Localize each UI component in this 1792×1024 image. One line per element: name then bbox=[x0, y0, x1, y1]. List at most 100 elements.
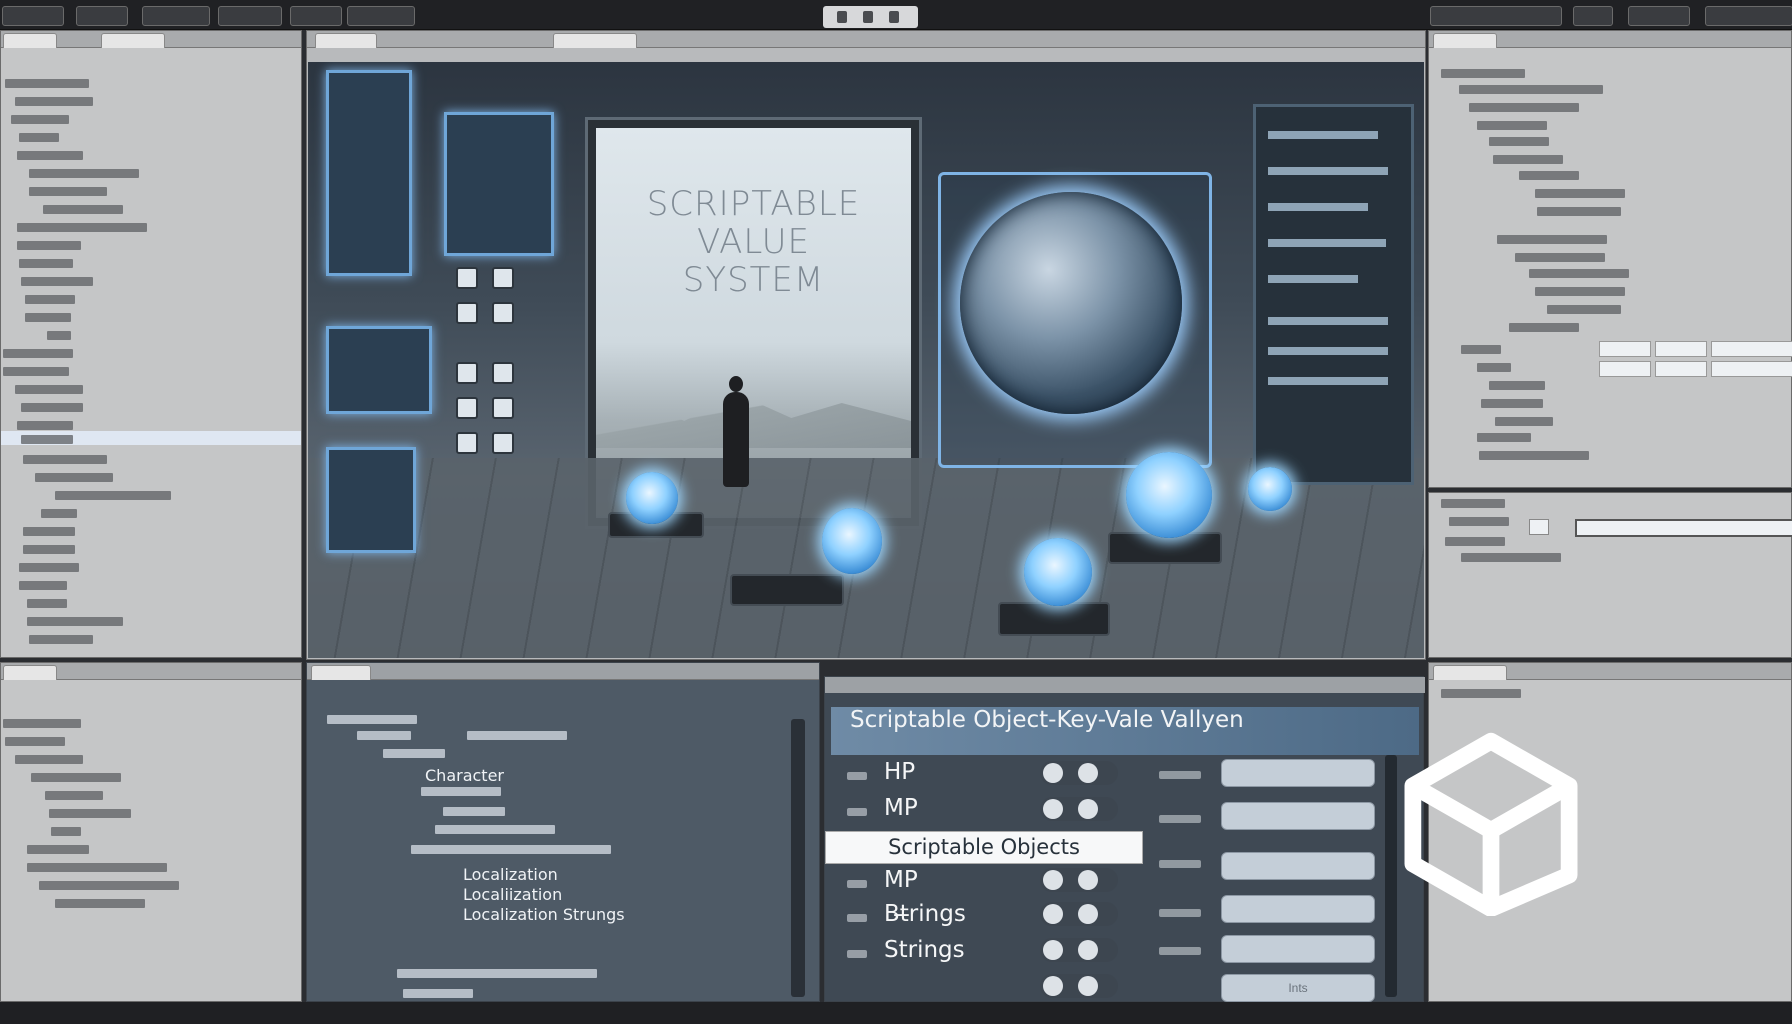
tree-item[interactable] bbox=[1477, 121, 1547, 130]
toolbar-button-layers[interactable] bbox=[1628, 6, 1690, 26]
kv-toggle[interactable] bbox=[1040, 938, 1118, 962]
tree-item[interactable] bbox=[25, 313, 71, 322]
tree-item[interactable] bbox=[1469, 103, 1579, 112]
project-item-localization-strings[interactable]: Localization Strungs bbox=[463, 905, 625, 924]
tree-item[interactable] bbox=[5, 737, 65, 746]
tab-project[interactable] bbox=[311, 665, 371, 680]
tree-item[interactable] bbox=[17, 223, 147, 232]
kv-toggle[interactable] bbox=[1040, 761, 1118, 785]
toolbar-button-2[interactable] bbox=[76, 6, 128, 26]
toolbar-button-3[interactable] bbox=[142, 6, 210, 26]
tree-item[interactable] bbox=[27, 617, 123, 626]
toolbar-button-1[interactable] bbox=[2, 6, 64, 26]
tree-item[interactable] bbox=[29, 635, 93, 644]
inspector-input[interactable] bbox=[1575, 519, 1792, 537]
tree-item[interactable] bbox=[1509, 323, 1579, 332]
project-item-localization-1[interactable]: Localization bbox=[463, 865, 558, 884]
tree-item[interactable] bbox=[1441, 689, 1521, 698]
kv-value-field-ints[interactable]: Ints bbox=[1221, 974, 1375, 1002]
tree-item[interactable] bbox=[1477, 433, 1531, 442]
tab-preview[interactable] bbox=[1433, 665, 1507, 680]
tab-scene[interactable] bbox=[315, 33, 377, 48]
inspector-field[interactable] bbox=[1711, 361, 1792, 377]
project-scrollbar[interactable] bbox=[791, 719, 805, 997]
tree-item[interactable] bbox=[55, 491, 171, 500]
tree-item[interactable] bbox=[11, 115, 69, 124]
tree-item[interactable] bbox=[43, 205, 123, 214]
tree-item[interactable] bbox=[1497, 235, 1607, 244]
toolbar-button-layout[interactable] bbox=[1705, 6, 1792, 26]
tree-item[interactable] bbox=[17, 151, 83, 160]
tree-item[interactable] bbox=[1537, 207, 1621, 216]
tree-item[interactable] bbox=[1535, 287, 1625, 296]
tree-item[interactable] bbox=[327, 715, 417, 724]
pause-icon[interactable] bbox=[863, 11, 873, 23]
tree-item[interactable] bbox=[1515, 253, 1605, 262]
tab-inspector[interactable] bbox=[1433, 33, 1497, 48]
tree-item[interactable] bbox=[27, 845, 89, 854]
tree-item[interactable] bbox=[1459, 85, 1603, 94]
tree-item[interactable] bbox=[397, 969, 597, 978]
kv-value-field[interactable] bbox=[1221, 852, 1375, 880]
tree-item[interactable] bbox=[1489, 137, 1549, 146]
tree-item[interactable] bbox=[1489, 381, 1545, 390]
toolbar-button-account[interactable] bbox=[1430, 6, 1562, 26]
tree-item[interactable] bbox=[435, 825, 555, 834]
tree-item[interactable] bbox=[29, 169, 139, 178]
tree-item[interactable] bbox=[1493, 155, 1563, 164]
tree-item[interactable] bbox=[27, 599, 67, 608]
tree-item[interactable] bbox=[1461, 345, 1501, 354]
step-icon[interactable] bbox=[889, 11, 899, 23]
tree-item[interactable] bbox=[29, 187, 107, 196]
tree-item[interactable] bbox=[467, 731, 567, 740]
tree-item[interactable] bbox=[23, 455, 107, 464]
project-item-localization-2[interactable]: Localiization bbox=[463, 885, 562, 904]
play-icon[interactable] bbox=[837, 11, 847, 23]
tree-item[interactable] bbox=[23, 545, 75, 554]
tree-item[interactable] bbox=[1547, 305, 1621, 314]
toolbar-button-6[interactable] bbox=[347, 6, 415, 26]
kv-scrollbar[interactable] bbox=[1385, 755, 1397, 997]
tree-item[interactable] bbox=[1479, 451, 1589, 460]
tree-item[interactable] bbox=[35, 473, 113, 482]
tree-item[interactable] bbox=[45, 791, 103, 800]
tree-item[interactable] bbox=[17, 241, 81, 250]
toolbar-button-4[interactable] bbox=[218, 6, 282, 26]
tree-item[interactable] bbox=[5, 79, 89, 88]
tab-hierarchy-2[interactable] bbox=[101, 33, 165, 48]
tree-item[interactable] bbox=[1481, 399, 1543, 408]
tree-item[interactable] bbox=[383, 749, 445, 758]
tree-item[interactable] bbox=[3, 719, 81, 728]
tree-item[interactable] bbox=[47, 331, 71, 340]
tree-item[interactable] bbox=[443, 807, 505, 816]
toolbar-button-cloud[interactable] bbox=[1573, 6, 1613, 26]
tree-item[interactable] bbox=[1519, 171, 1579, 180]
tree-item[interactable] bbox=[17, 421, 73, 430]
inspector-field[interactable] bbox=[1655, 341, 1707, 357]
tree-item[interactable] bbox=[1445, 537, 1505, 546]
tree-item[interactable] bbox=[3, 349, 73, 358]
tree-item[interactable] bbox=[1461, 553, 1561, 562]
tree-item[interactable] bbox=[51, 827, 81, 836]
tree-item[interactable] bbox=[23, 527, 75, 536]
tab-hierarchy[interactable] bbox=[3, 33, 57, 48]
tree-item[interactable] bbox=[21, 435, 73, 444]
tree-item[interactable] bbox=[411, 845, 611, 854]
kv-toggle[interactable] bbox=[1040, 902, 1118, 926]
tree-item[interactable] bbox=[15, 385, 83, 394]
tree-item[interactable] bbox=[1495, 417, 1553, 426]
tree-item[interactable] bbox=[19, 581, 67, 590]
tree-item[interactable] bbox=[1449, 517, 1509, 526]
tree-item[interactable] bbox=[357, 731, 411, 740]
tab-console[interactable] bbox=[3, 665, 57, 680]
tree-item[interactable] bbox=[1441, 69, 1525, 78]
kv-toggle[interactable] bbox=[1040, 974, 1118, 998]
kv-value-field[interactable] bbox=[1221, 935, 1375, 963]
tree-item[interactable] bbox=[21, 277, 93, 286]
tree-item[interactable] bbox=[39, 881, 179, 890]
kv-toggle[interactable] bbox=[1040, 868, 1118, 892]
tree-item[interactable] bbox=[25, 295, 75, 304]
tree-item[interactable] bbox=[1477, 363, 1511, 372]
tree-item[interactable] bbox=[31, 773, 121, 782]
tree-item[interactable] bbox=[15, 755, 83, 764]
